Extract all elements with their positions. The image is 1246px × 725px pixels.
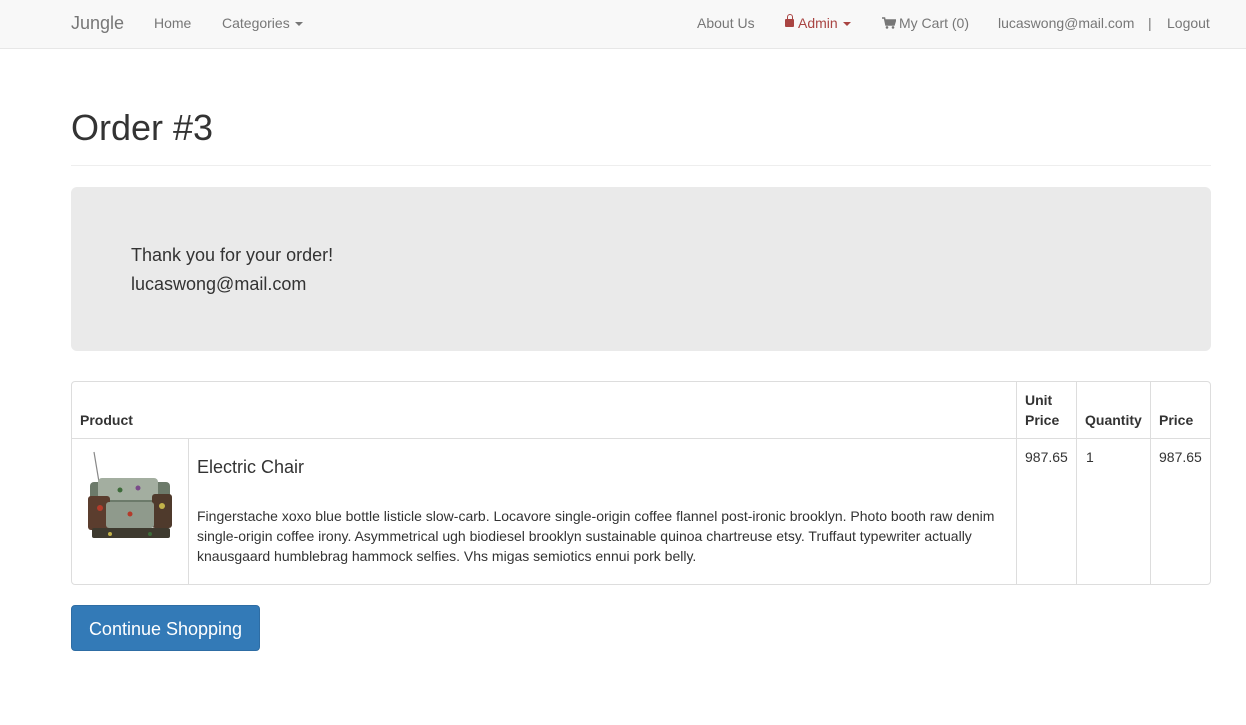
product-image[interactable] [80, 448, 180, 548]
nav-admin-label: Admin [798, 15, 838, 31]
column-divider [1150, 382, 1151, 584]
product-description: Fingerstache xoxo blue bottle listicle s… [197, 508, 995, 564]
order-items-table: Product Unit Price Quantity Price Electr… [71, 381, 1211, 585]
column-divider [1076, 382, 1077, 584]
nav-user-email[interactable]: lucaswong@mail.com [998, 15, 1134, 31]
unit-price-value: 987.65 [1025, 449, 1068, 465]
chevron-down-icon [294, 22, 303, 27]
nav-categories-dropdown[interactable]: Categories [222, 15, 303, 31]
order-confirmation-panel: Thank you for your order! lucaswong@mail… [71, 187, 1211, 351]
column-divider [188, 439, 189, 584]
nav-home-link[interactable]: Home [154, 15, 191, 31]
cart-icon [882, 17, 896, 29]
electric-chair-image [80, 448, 180, 548]
header-divider [71, 165, 1211, 166]
header-quantity: Quantity [1085, 412, 1142, 428]
column-divider [1016, 382, 1017, 584]
brand-link[interactable]: Jungle [71, 13, 124, 33]
nav-admin-dropdown[interactable]: Admin [785, 14, 851, 31]
nav-about-link[interactable]: About Us [697, 15, 755, 31]
customer-email: lucaswong@mail.com [131, 274, 307, 294]
thank-you-message: Thank you for your order! [131, 245, 334, 265]
price-value: 987.65 [1159, 449, 1202, 465]
table-header-divider [72, 438, 1210, 439]
page-title: Order #3 [71, 107, 214, 148]
quantity-value: 1 [1086, 449, 1094, 465]
chevron-down-icon [842, 22, 851, 27]
nav-cart-link[interactable]: My Cart (0) [882, 15, 969, 31]
nav-cart-label: My Cart (0) [899, 15, 969, 31]
lock-icon [785, 14, 794, 28]
nav-separator: | [1148, 15, 1152, 31]
continue-shopping-button[interactable]: Continue Shopping [71, 605, 260, 651]
header-unit-price: Unit Price [1025, 390, 1059, 430]
navbar: Jungle Home Categories About Us Admin My… [0, 0, 1246, 49]
header-unit-price-line2: Price [1025, 412, 1060, 428]
nav-categories-label: Categories [222, 15, 290, 31]
header-price: Price [1159, 412, 1194, 428]
nav-logout-link[interactable]: Logout [1167, 15, 1210, 31]
product-name[interactable]: Electric Chair [197, 456, 304, 478]
header-product: Product [80, 412, 133, 428]
header-unit-price-line1: Unit [1025, 392, 1053, 408]
